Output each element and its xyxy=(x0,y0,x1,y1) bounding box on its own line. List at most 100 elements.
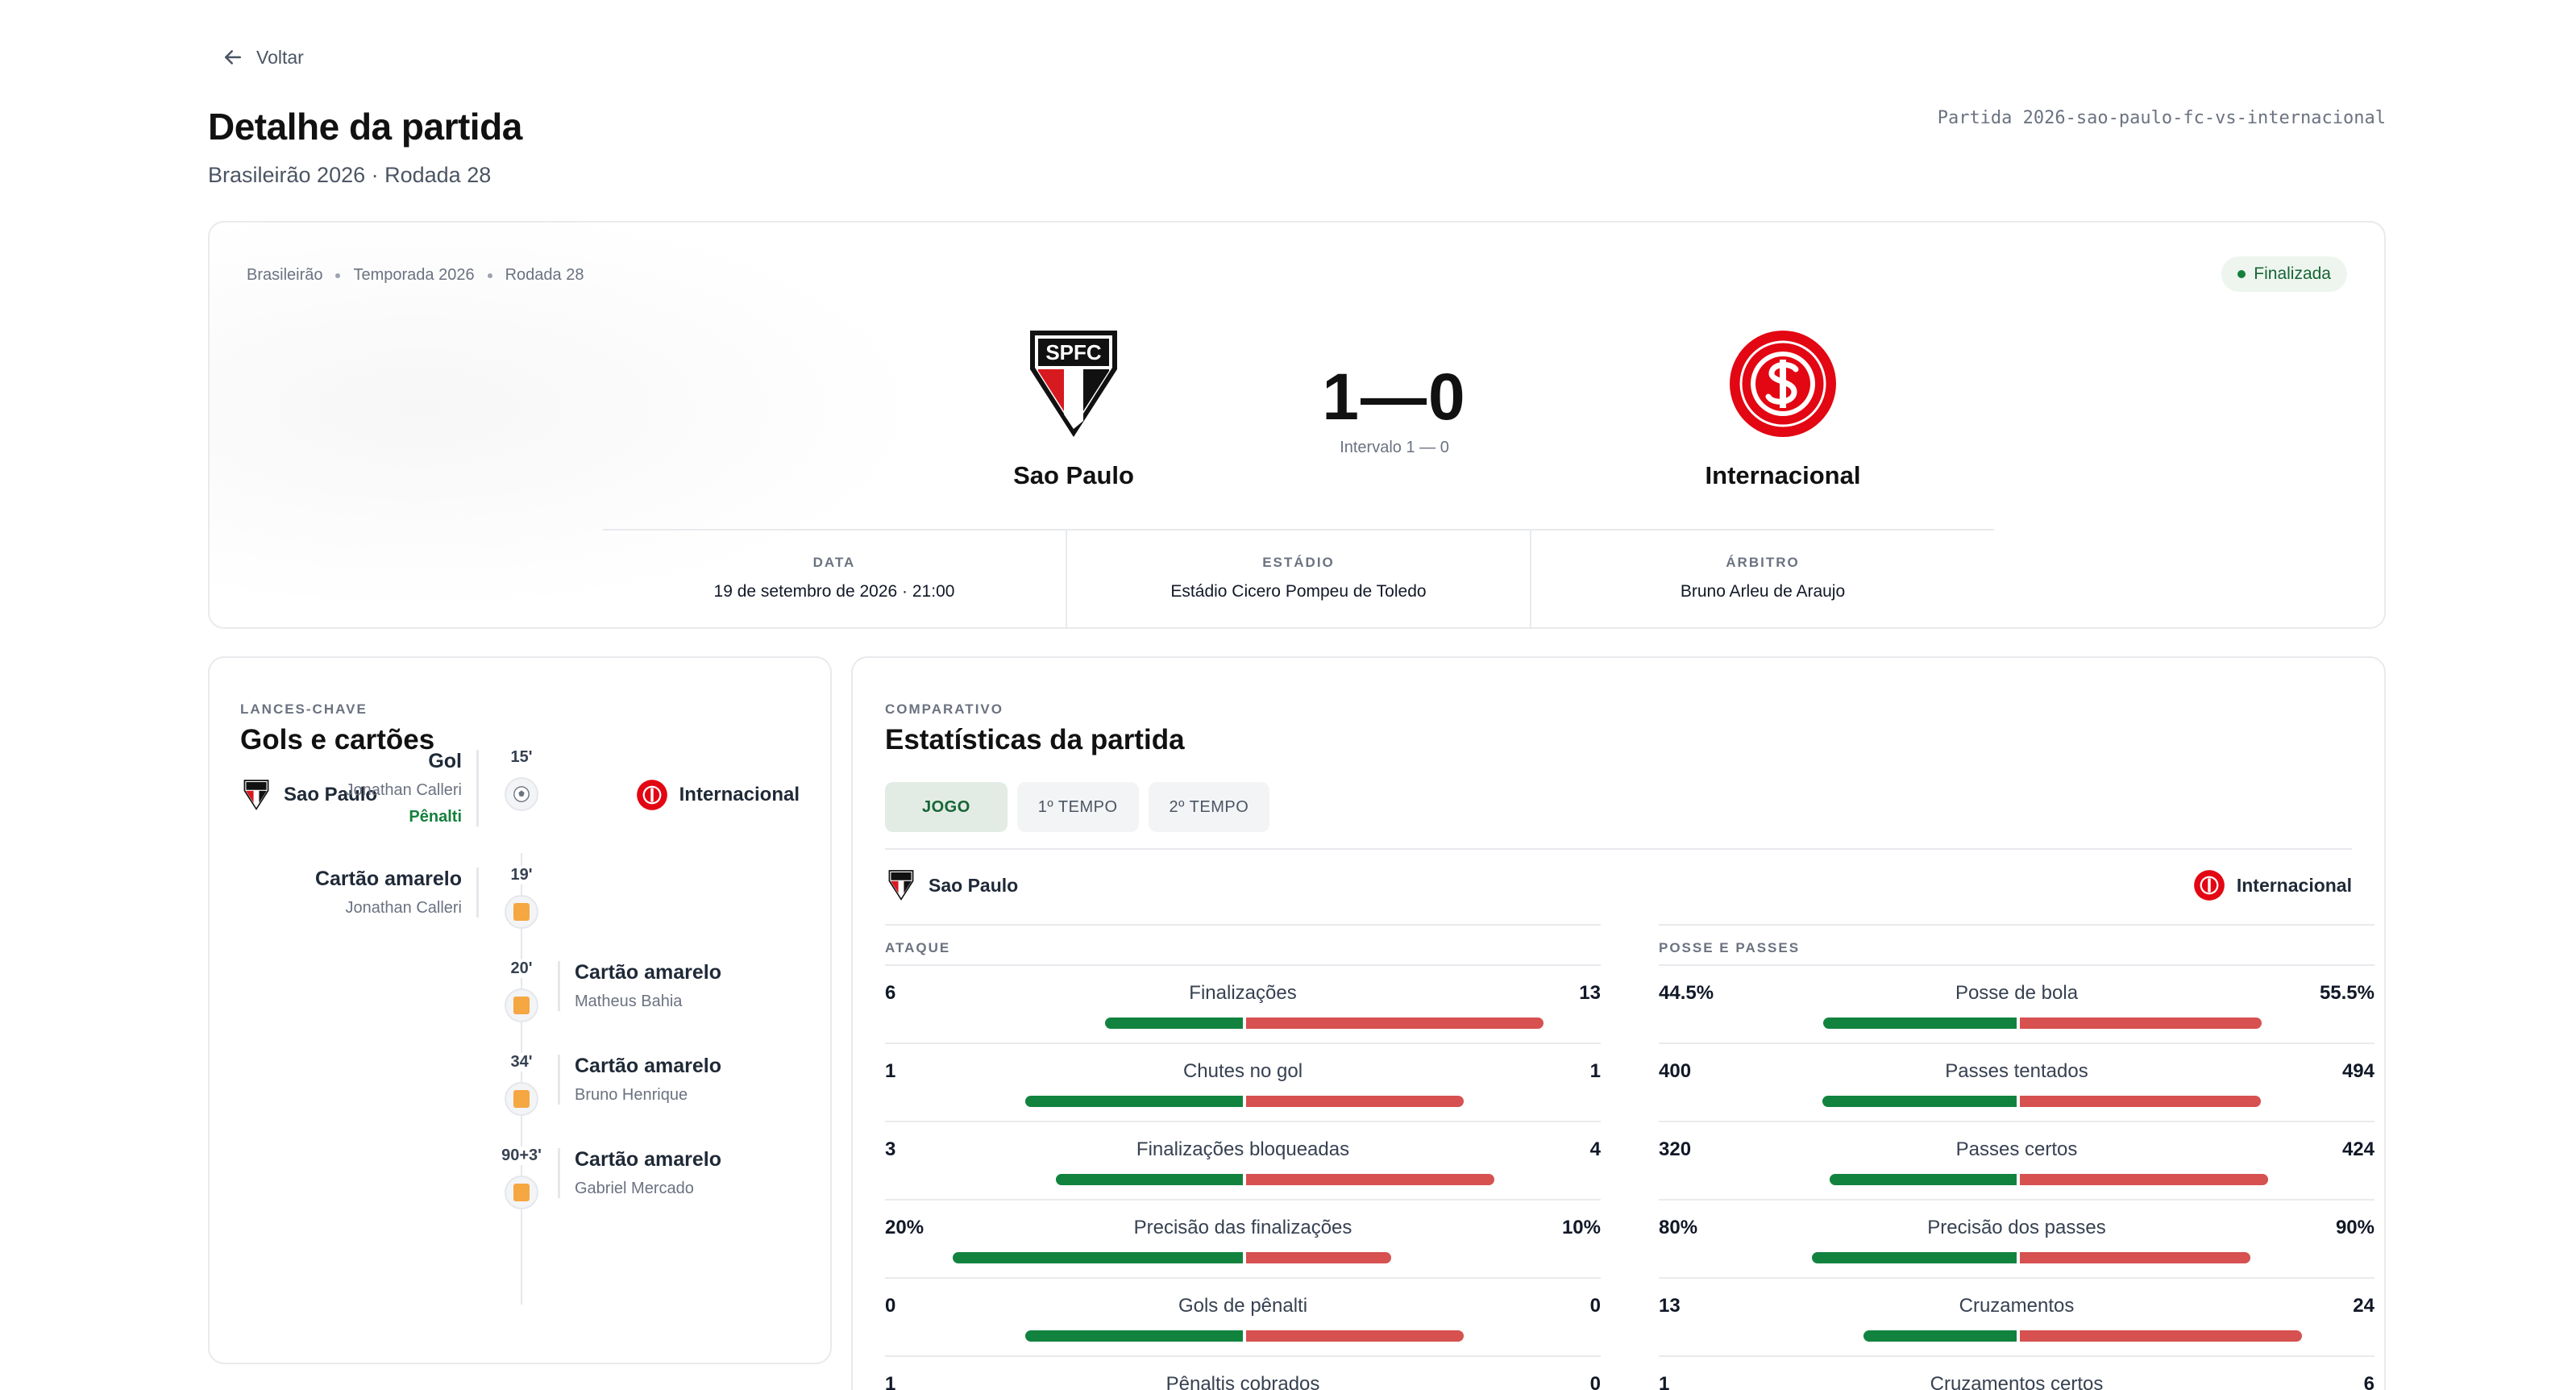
stat-group-attack: ATAQUE 6 Finalizações 13 1 Chutes no gol 1 3 Fin… xyxy=(885,924,1601,1390)
internacional-crest-icon xyxy=(1730,331,1836,437)
stat-label: Passes certos xyxy=(1955,1138,2078,1160)
tab-jogo[interactable]: JOGO xyxy=(885,782,1008,832)
event-minute: 15' xyxy=(487,748,556,767)
breadcrumb-item[interactable]: Temporada 2026 xyxy=(353,266,474,285)
match-info-row: DATA 19 de setembro de 2026 · 21:00 ESTÁ… xyxy=(603,529,1994,627)
stat-label: Gols de pênalti xyxy=(1178,1295,1308,1317)
match-summary-card: Brasileirão Temporada 2026 Rodada 28 Fin… xyxy=(208,221,2386,629)
stat-label: Cruzamentos certos xyxy=(1930,1373,2104,1390)
back-label: Voltar xyxy=(256,46,304,68)
stat-group-title: ATAQUE xyxy=(885,924,1601,964)
events-away-team: Internacional xyxy=(636,779,800,811)
stats-away-team: Internacional xyxy=(2193,869,2352,901)
event-type: Cartão amarelo xyxy=(575,1055,722,1077)
event-minute: 34' xyxy=(487,1053,556,1072)
section-kicker: COMPARATIVO xyxy=(885,701,1003,717)
event-item[interactable]: Gol Jonathan Calleri Pênalti xyxy=(345,750,479,826)
yellow-card-icon xyxy=(505,1176,538,1209)
stat-away-value: 24 xyxy=(2353,1295,2374,1317)
internacional-crest-icon xyxy=(2193,870,2225,901)
stat-label: Passes tentados xyxy=(1945,1060,2088,1082)
stat-bar-away xyxy=(2020,1330,2302,1342)
event-type: Gol xyxy=(428,750,462,772)
match-id: Partida 2026-sao-paulo-fc-vs-internacion… xyxy=(1937,108,2386,128)
event-minute: 90+3' xyxy=(487,1147,556,1165)
yellow-card-icon xyxy=(505,1082,538,1116)
stat-row: 1 Cruzamentos certos 6 xyxy=(1659,1355,2374,1390)
halftime-score: Intervalo 1 — 0 xyxy=(1340,439,1449,456)
back-link[interactable]: Voltar xyxy=(221,45,304,69)
stat-row: 80% Precisão dos passes 90% xyxy=(1659,1199,2374,1277)
stat-group-title: POSSE E PASSES xyxy=(1659,924,2374,964)
events-away-team-name: Internacional xyxy=(679,784,800,805)
tab-segundo-tempo[interactable]: 2º TEMPO xyxy=(1148,782,1270,832)
event-item[interactable]: Cartão amarelo Matheus Bahia xyxy=(558,961,721,1011)
event-player: Bruno Henrique xyxy=(575,1086,688,1104)
stat-away-value: 4 xyxy=(1589,1138,1601,1160)
stats-away-team-name: Internacional xyxy=(2236,874,2352,896)
breadcrumb-item[interactable]: Brasileirão xyxy=(247,266,322,285)
stat-bar-home xyxy=(1823,1018,2017,1029)
stats-home-team-name: Sao Paulo xyxy=(929,874,1019,896)
yellow-card-icon xyxy=(505,988,538,1022)
svg-text:SPFC: SPFC xyxy=(1045,340,1102,364)
stat-row: 6 Finalizações 13 xyxy=(885,964,1601,1042)
stats-home-team: Sao Paulo xyxy=(885,869,1018,901)
stat-away-value: 1 xyxy=(1589,1060,1601,1082)
home-team[interactable]: SPFC Sao Paulo xyxy=(945,327,1203,490)
away-team[interactable]: Internacional xyxy=(1654,327,1912,490)
stat-bar-away xyxy=(2020,1174,2268,1185)
event-player: Matheus Bahia xyxy=(575,993,683,1010)
stat-label: Posse de bola xyxy=(1955,982,2079,1004)
breadcrumb-item[interactable]: Rodada 28 xyxy=(505,266,584,285)
stat-bar-away xyxy=(1246,1096,1464,1107)
info-referee: ÁRBITRO Bruno Arleu de Araujo xyxy=(1530,531,1994,627)
stat-row: 400 Passes tentados 494 xyxy=(1659,1042,2374,1121)
event-item[interactable]: Cartão amarelo Jonathan Calleri xyxy=(315,868,479,918)
tab-primeiro-tempo[interactable]: 1º TEMPO xyxy=(1016,782,1139,832)
stat-bar-home xyxy=(1812,1252,2017,1263)
stat-away-value: 424 xyxy=(2341,1138,2374,1160)
event-item[interactable]: Cartão amarelo Gabriel Mercado xyxy=(558,1148,721,1198)
stat-row: 320 Passes certos 424 xyxy=(1659,1121,2374,1199)
breadcrumb-separator xyxy=(487,273,492,278)
spfc-crest-icon: SPFC xyxy=(1030,331,1117,437)
info-value: Bruno Arleu de Araujo xyxy=(1680,582,1846,601)
stat-label: Precisão das finalizações xyxy=(1133,1217,1352,1238)
status-dot-icon xyxy=(2237,270,2246,278)
status-badge: Finalizada xyxy=(2221,256,2347,292)
away-team-name: Internacional xyxy=(1705,461,1861,489)
stat-label: Cruzamentos xyxy=(1959,1295,2075,1317)
final-score: 1—0 xyxy=(1322,360,1467,434)
page-title: Detalhe da partida xyxy=(208,106,522,148)
page-subtitle: Brasileirão 2026 · Rodada 28 xyxy=(208,163,492,187)
stat-bar-home xyxy=(953,1252,1243,1263)
stat-bar-away xyxy=(1246,1018,1544,1029)
info-value: 19 de setembro de 2026 · 21:00 xyxy=(713,582,955,601)
stat-label: Precisão dos passes xyxy=(1927,1217,2106,1238)
stat-bar-away xyxy=(1246,1174,1494,1185)
info-label: ESTÁDIO xyxy=(1262,555,1335,570)
stat-bar-home xyxy=(1830,1174,2017,1185)
stat-bar-home xyxy=(1056,1174,1243,1185)
stat-bar-home xyxy=(1105,1018,1243,1029)
event-player: Gabriel Mercado xyxy=(575,1180,694,1197)
event-item[interactable]: Cartão amarelo Bruno Henrique xyxy=(558,1055,721,1105)
stat-row: 44.5% Posse de bola 55.5% xyxy=(1659,964,2374,1042)
stat-bar-home xyxy=(1822,1096,2017,1107)
stat-bar-away xyxy=(2020,1018,2262,1029)
event-type: Cartão amarelo xyxy=(575,961,722,984)
stat-label: Chutes no gol xyxy=(1182,1060,1303,1082)
stat-away-value: 6 xyxy=(2363,1373,2374,1390)
stat-away-value: 13 xyxy=(1579,982,1601,1004)
match-stats-card: COMPARATIVO Estatísticas da partida JOGO… xyxy=(851,656,2386,1390)
stat-bar-home xyxy=(1025,1096,1243,1107)
stat-away-value: 10% xyxy=(1561,1217,1601,1238)
stat-row: 1 Chutes no gol 1 xyxy=(885,1042,1601,1121)
arrow-left-icon xyxy=(225,50,241,65)
stat-row: 13 Cruzamentos 24 xyxy=(1659,1277,2374,1355)
event-type: Cartão amarelo xyxy=(314,868,462,890)
status-label: Finalizada xyxy=(2254,264,2331,283)
spfc-crest-icon xyxy=(888,870,914,901)
breadcrumb: Brasileirão Temporada 2026 Rodada 28 xyxy=(247,266,584,285)
